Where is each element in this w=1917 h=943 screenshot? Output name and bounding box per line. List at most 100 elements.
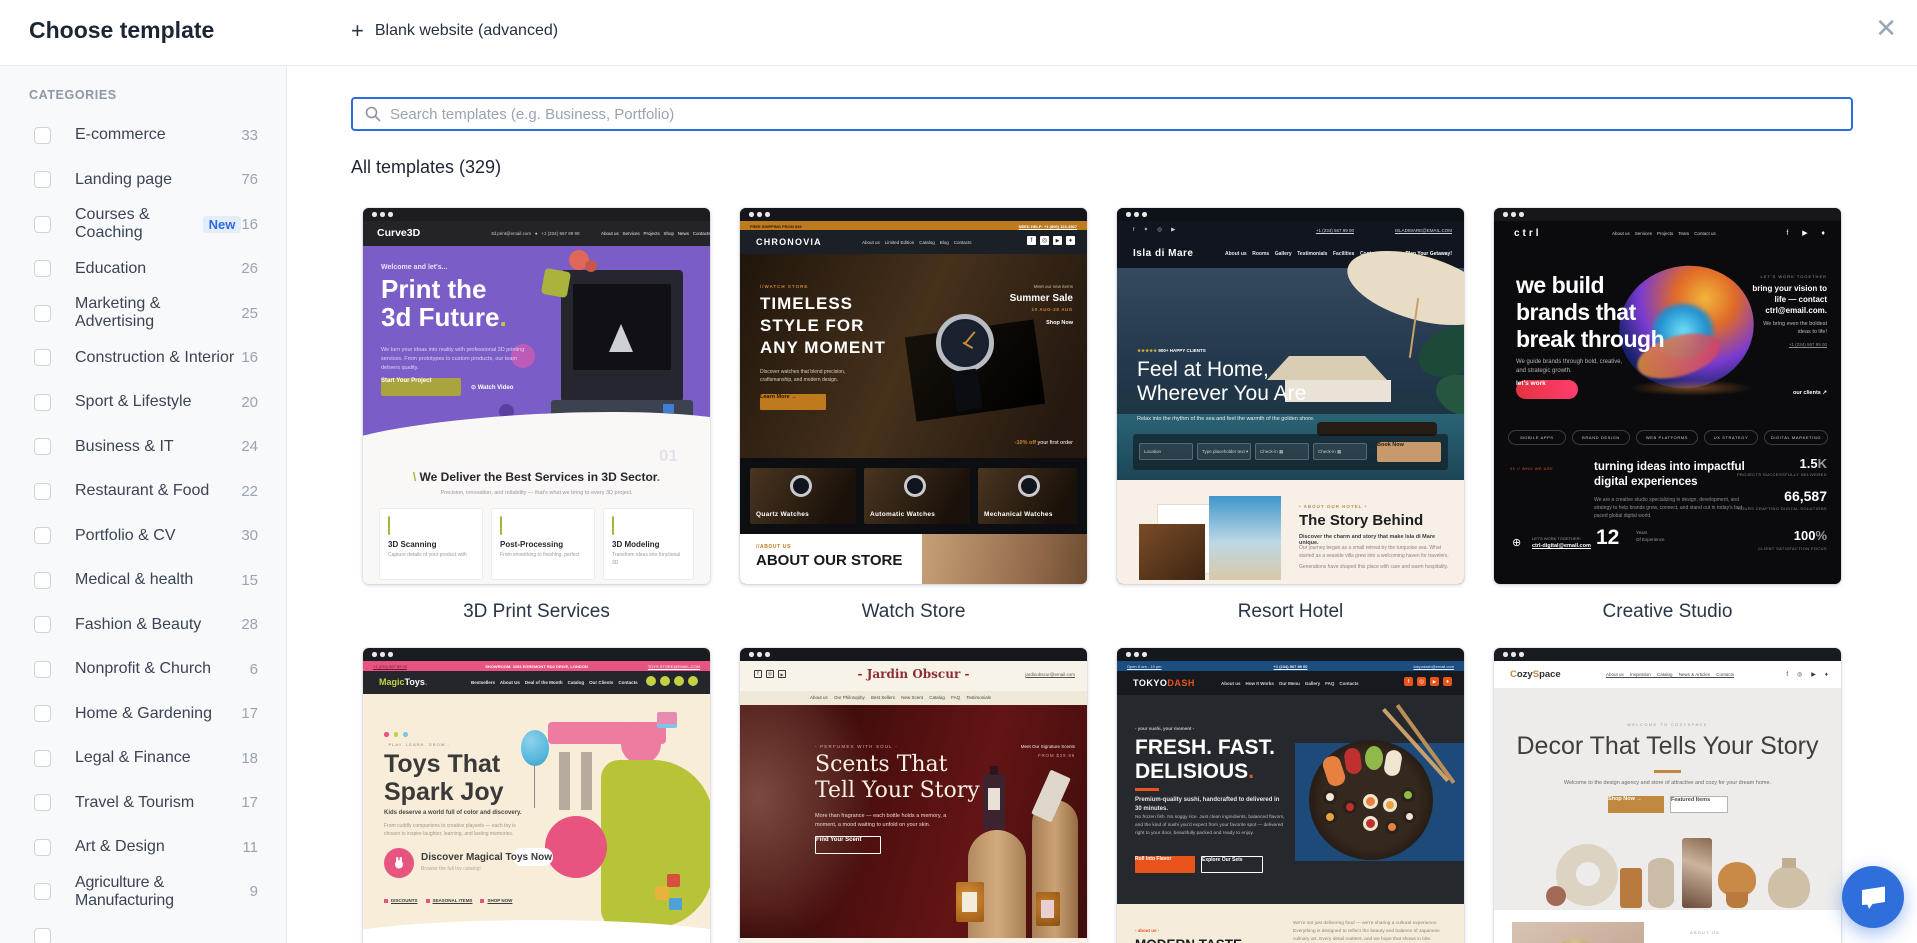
category-agriculture-manufacturing[interactable]: Agriculture & Manufacturing9 xyxy=(0,870,286,915)
checkbox[interactable] xyxy=(34,216,51,233)
blank-website-button[interactable]: + Blank website (advanced) xyxy=(351,20,558,42)
watch-video-link: ⊙ Watch Video xyxy=(471,384,513,391)
decor xyxy=(1546,886,1566,906)
decor xyxy=(581,752,592,810)
hero-kicker: - PLAY. LEARN. GROW - xyxy=(384,742,450,747)
instagram-icon xyxy=(660,676,670,686)
decor xyxy=(384,732,389,737)
checkbox[interactable] xyxy=(34,839,51,856)
template-thumbnail[interactable]: Open 8 am - 10 pm +1 (234) 567 89 00 tok… xyxy=(1117,648,1464,943)
category-restaurant-food[interactable]: Restaurant & Food22 xyxy=(0,469,286,514)
hero-title-line1: TIMELESS xyxy=(760,294,853,314)
checkbox[interactable] xyxy=(34,883,51,900)
checkbox[interactable] xyxy=(34,572,51,589)
chat-icon xyxy=(1857,882,1889,912)
contact-title: bring your vision to life — contact ctrl… xyxy=(1747,284,1827,316)
decor xyxy=(1385,820,1399,834)
hero-title-line2: Spark Joy xyxy=(384,778,504,807)
checkbox[interactable] xyxy=(34,794,51,811)
site-logo: ctrl xyxy=(1514,228,1542,239)
site-menu: About us Services Projects Team Contact … xyxy=(1612,231,1716,236)
template-thumbnail[interactable]: Curve3D 3d.print@email.com ● +1 (234) 56… xyxy=(363,208,710,584)
category-sport-lifestyle[interactable]: Sport & Lifestyle20 xyxy=(0,380,286,425)
hero-title: Decor That Tells Your Story xyxy=(1494,732,1841,761)
category-art-design[interactable]: Art & Design11 xyxy=(0,825,286,870)
checkbox[interactable] xyxy=(34,438,51,455)
checkbox[interactable] xyxy=(34,705,51,722)
category-label: Home & Gardening xyxy=(75,705,241,723)
hero-title-line2: Wherever You Are xyxy=(1137,382,1306,406)
decor xyxy=(663,404,674,413)
checkbox[interactable] xyxy=(34,483,51,500)
category-fashion-beauty[interactable]: Fashion & Beauty28 xyxy=(0,603,286,648)
promo-title: Summer Sale xyxy=(1010,293,1073,304)
category-home-gardening[interactable]: Home & Gardening17 xyxy=(0,692,286,737)
category-medical-health[interactable]: Medical & health15 xyxy=(0,558,286,603)
category-count: 25 xyxy=(241,305,258,322)
site-email: ISLADIMARE@EMAIL.COM xyxy=(1395,228,1452,233)
site-logo: CHRONOVIA xyxy=(756,237,822,247)
decor xyxy=(403,732,408,737)
category-landing-page[interactable]: Landing page76 xyxy=(0,158,286,203)
checkbox[interactable] xyxy=(34,750,51,767)
checkbox[interactable] xyxy=(34,394,51,411)
category-travel-tourism[interactable]: Travel & Tourism17 xyxy=(0,781,286,826)
book-now-button: Book Now xyxy=(1377,442,1441,462)
checkbox[interactable] xyxy=(34,305,51,322)
checkbox[interactable] xyxy=(34,171,51,188)
checkbox[interactable] xyxy=(34,928,51,943)
category-count: 26 xyxy=(241,260,258,277)
topbar-email: tokyodash@email.com xyxy=(1413,664,1454,669)
hero-title-line1: Scents That xyxy=(815,752,948,777)
checkbox[interactable] xyxy=(34,527,51,544)
template-thumbnail[interactable]: CozySpace About us Inspiration Catalog N… xyxy=(1494,648,1841,943)
template-thumbnail[interactable]: f ◎ ▶ - Jardin Obscur - jardinobscur@ema… xyxy=(740,648,1087,943)
template-thumbnail[interactable]: FREE SHIPPING FROM $49 NEED HELP: +1 (80… xyxy=(740,208,1087,584)
checkbox[interactable] xyxy=(34,661,51,678)
template-thumbnail[interactable]: f ✦ ◎ ▶ +1 (234) 567 89 00 ISLADIMARE@EM… xyxy=(1117,208,1464,584)
decor xyxy=(1726,892,1748,908)
category-label: Fashion & Beauty xyxy=(75,616,241,634)
checkbox[interactable] xyxy=(34,616,51,633)
photo-kitchen xyxy=(1139,524,1205,580)
hero-subtitle: Welcome to the design agency and store o… xyxy=(1494,780,1841,786)
hero-title-line2: STYLE FOR xyxy=(760,316,864,336)
decor xyxy=(541,268,571,298)
checkbox[interactable] xyxy=(34,349,51,366)
twitter-icon xyxy=(674,676,684,686)
category-count: 22 xyxy=(241,483,258,500)
category-education[interactable]: Education26 xyxy=(0,247,286,292)
search-input[interactable] xyxy=(390,106,1851,123)
shop-now-link: SHOP NOW xyxy=(480,898,512,903)
category-nonprofit-church[interactable]: Nonprofit & Church6 xyxy=(0,647,286,692)
category-marketing-advertising[interactable]: Marketing & Advertising25 xyxy=(0,291,286,336)
decor xyxy=(655,886,669,900)
chat-widget-button[interactable] xyxy=(1842,866,1904,928)
topbar-email: TOYS.STORE@EMAIL.COM xyxy=(648,664,700,669)
template-thumbnail[interactable]: ctrl About us Services Projects Team Con… xyxy=(1494,208,1841,584)
booking-bar: Location Type placeholder text ▾ Check-i… xyxy=(1133,434,1448,470)
close-icon[interactable]: ✕ xyxy=(1875,15,1897,41)
cta-title: Discover Magical Toys Now xyxy=(421,852,552,863)
category-partial-row[interactable] xyxy=(0,914,286,943)
category-e-commerce[interactable]: E-commerce33 xyxy=(0,113,286,158)
results-heading: All templates (329) xyxy=(351,157,501,178)
category-business-it[interactable]: Business & IT24 xyxy=(0,425,286,470)
instagram-icon: ◎ xyxy=(1040,236,1049,245)
checkbox[interactable] xyxy=(34,127,51,144)
category-count: 24 xyxy=(241,438,258,455)
who-body: We are a creative studio specializing in… xyxy=(1594,496,1744,520)
twitter-icon: ♦ xyxy=(1066,236,1075,245)
template-thumbnail[interactable]: +1 (234) 567 89 00 SHOWROOM: 3254 EGREMO… xyxy=(363,648,710,943)
decor xyxy=(621,724,661,764)
category-portfolio-cv[interactable]: Portfolio & CV30 xyxy=(0,514,286,559)
category-courses-coaching[interactable]: Courses & CoachingNew16 xyxy=(0,202,286,247)
category-construction-interior[interactable]: Construction & Interior16 xyxy=(0,336,286,381)
category-tile: Quartz Watches xyxy=(750,468,856,524)
stat-value: 12 xyxy=(1596,526,1619,550)
template-card-decor: CozySpace About us Inspiration Catalog N… xyxy=(1494,648,1841,943)
category-count: 11 xyxy=(242,839,258,856)
checkbox[interactable] xyxy=(34,260,51,277)
hero-body: No frozen fish. No soggy rice. Just clea… xyxy=(1135,814,1287,838)
category-legal-finance[interactable]: Legal & Finance18 xyxy=(0,736,286,781)
